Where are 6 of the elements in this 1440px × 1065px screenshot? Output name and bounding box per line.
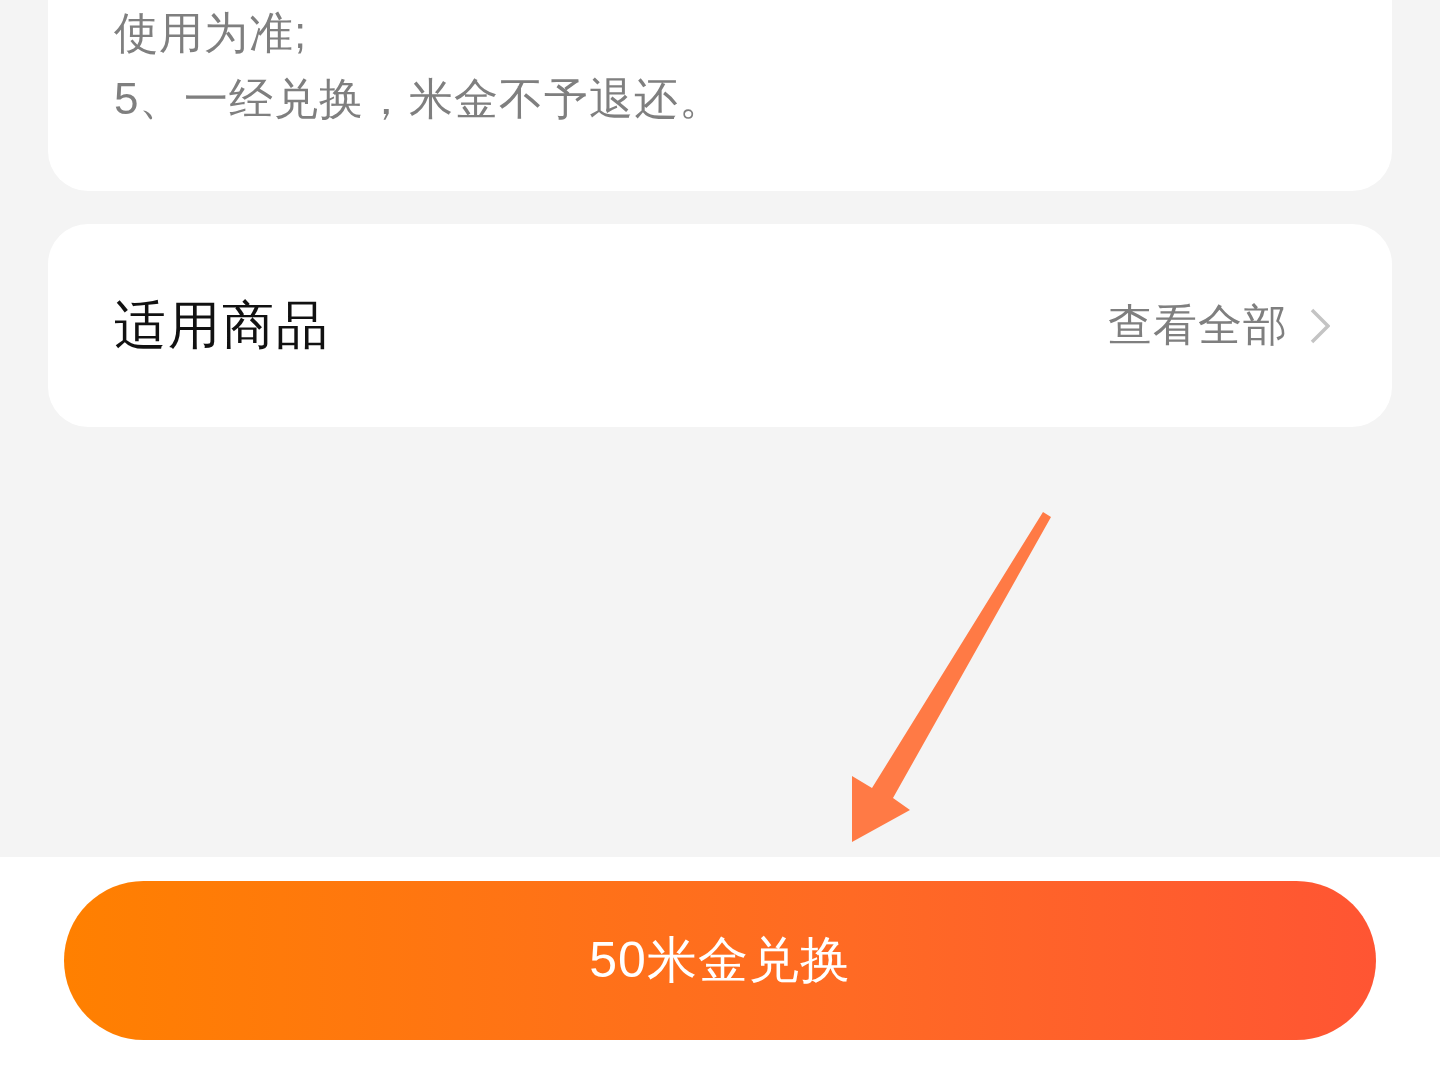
view-all-link[interactable]: 查看全部 [1108, 296, 1330, 355]
redeem-button[interactable]: 50米金兑换 [64, 881, 1376, 1040]
chevron-right-icon [1310, 307, 1330, 344]
rule-text: 使用为准; [114, 7, 309, 59]
section-title: 适用商品 [114, 294, 330, 356]
rule-text: 5、一经兑换，米金不予退还。 [114, 73, 726, 125]
